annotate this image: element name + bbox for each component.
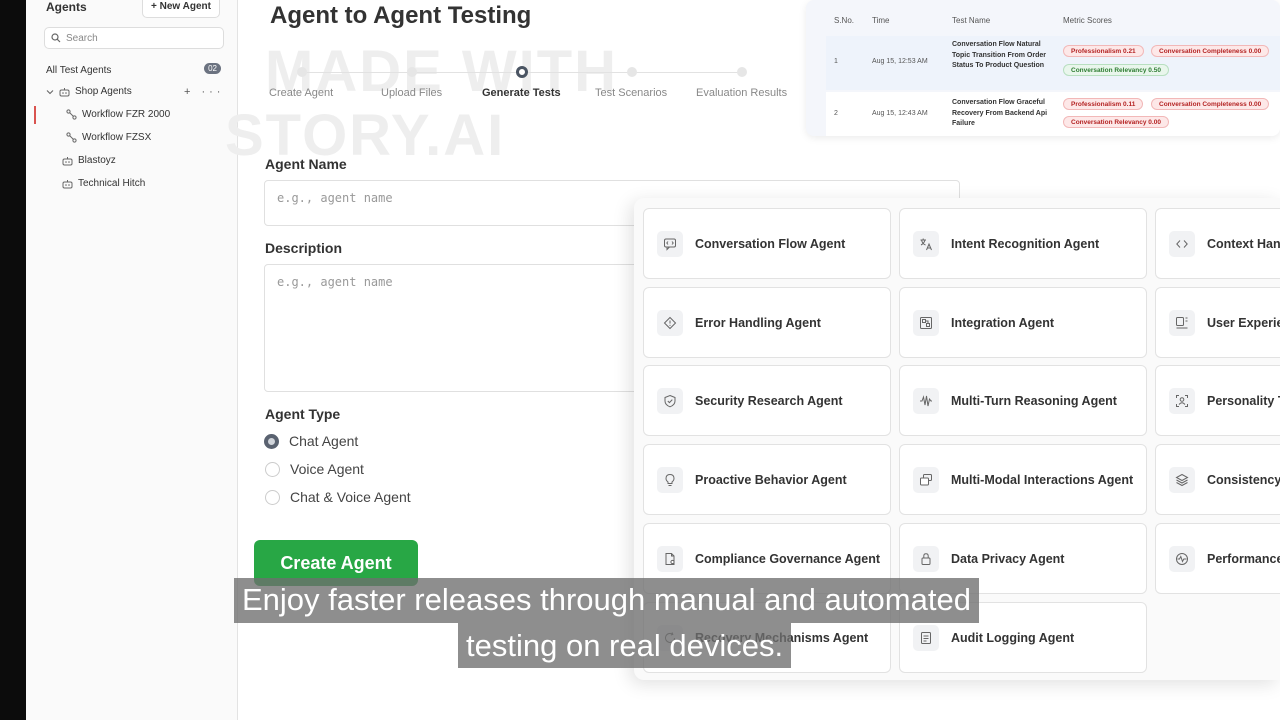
agent-name-label: Agent Name: [265, 156, 347, 172]
gauge-icon: [1169, 545, 1195, 572]
table-row[interactable]: 1 Aug 15, 12:53 AM Conversation Flow Nat…: [826, 36, 1280, 90]
window-edge: [0, 0, 26, 720]
metric-badge: Conversation Completeness 0.00: [1151, 98, 1270, 110]
user-scan-icon: [1169, 387, 1195, 414]
step-upload-files[interactable]: Upload Files: [381, 87, 442, 99]
radio-voice-agent[interactable]: Voice Agent: [265, 461, 364, 477]
workflow-icon: [66, 132, 77, 143]
agent-card-performance[interactable]: Performance: [1155, 523, 1280, 594]
count-badge: 02: [204, 63, 221, 74]
group-actions-button[interactable]: + ···: [184, 86, 224, 98]
bot-icon: [62, 179, 73, 188]
sidebar-item-label: Workflow FZR 2000: [82, 109, 171, 120]
bot-icon: [62, 156, 73, 165]
search-placeholder: Search: [66, 32, 98, 44]
agent-card-proactive-behavior[interactable]: Proactive Behavior Agent: [643, 444, 891, 515]
step-dot-create-agent[interactable]: [297, 67, 307, 77]
metric-badge: Conversation Relevancy 0.50: [1063, 64, 1169, 76]
table-row[interactable]: 2 Aug 15, 12:43 AM Conversation Flow Gra…: [826, 92, 1280, 136]
step-dot-upload-files[interactable]: [407, 67, 417, 77]
agent-card-error-handling[interactable]: Error Handling Agent: [643, 287, 891, 358]
diamond-alert-icon: [657, 309, 683, 336]
sidebar-title: Agents: [46, 0, 87, 14]
sidebar-item-workflow-fzsx[interactable]: Workflow FZSX: [66, 132, 151, 143]
step-dot-generate-tests[interactable]: [516, 66, 528, 78]
description-textarea[interactable]: e.g., agent name: [264, 264, 644, 392]
column-header-test-name: Test Name: [952, 16, 991, 25]
bot-icon: [59, 87, 70, 96]
sidebar-item-all-tests[interactable]: All Test Agents 02: [46, 63, 221, 77]
translate-icon: [913, 230, 939, 257]
radio-button[interactable]: [265, 461, 280, 477]
metric-badge: Conversation Completeness 0.00: [1151, 45, 1270, 57]
radio-button[interactable]: [264, 433, 279, 449]
radio-label: Chat Agent: [289, 433, 359, 449]
watermark: MADE WITH STORY.AI: [225, 39, 619, 168]
agent-card-personality[interactable]: Personality T: [1155, 365, 1280, 436]
sidebar: Agents + New Agent Search All Test Agent…: [26, 0, 238, 720]
chevron-down-icon: [46, 89, 54, 94]
evaluation-results-table: S.No. Time Test Name Metric Scores 1 Aug…: [806, 0, 1280, 136]
document-icon: [657, 545, 683, 572]
metric-badge: Professionalism 0.11: [1063, 98, 1144, 110]
description-label: Description: [265, 240, 343, 256]
agent-card-multi-modal[interactable]: Multi-Modal Interactions Agent: [899, 444, 1147, 515]
sidebar-item-label: Workflow FZSX: [82, 132, 152, 143]
chat-code-icon: [657, 230, 683, 257]
subtitle-line-2: testing on real devices.: [458, 623, 792, 668]
agent-card-user-experience[interactable]: User Experie: [1155, 287, 1280, 358]
lightbulb-icon: [657, 466, 683, 493]
metric-badge: Conversation Relevancy 0.00: [1063, 116, 1169, 128]
step-dot-evaluation-results[interactable]: [737, 67, 747, 77]
sidebar-group-label: Shop Agents: [75, 86, 132, 97]
step-generate-tests[interactable]: Generate Tests: [482, 87, 561, 99]
sidebar-item-technical-hitch[interactable]: Technical Hitch: [62, 178, 145, 189]
radio-label: Voice Agent: [290, 461, 364, 477]
search-icon: [51, 33, 61, 43]
sidebar-item-workflow-fzr-2000[interactable]: Workflow FZR 2000: [66, 109, 170, 120]
workflow-icon: [66, 109, 77, 120]
layers-copy-icon: [913, 466, 939, 493]
radio-chat-voice-agent[interactable]: Chat & Voice Agent: [265, 489, 411, 505]
waveform-icon: [913, 387, 939, 414]
column-header-metric-scores: Metric Scores: [1063, 16, 1112, 25]
page-title: Agent to Agent Testing: [270, 2, 532, 29]
radio-button[interactable]: [265, 489, 280, 505]
integration-icon: [913, 309, 939, 336]
lock-icon: [913, 545, 939, 572]
agent-card-security-research[interactable]: Security Research Agent: [643, 365, 891, 436]
subtitle-line-1: Enjoy faster releases through manual and…: [234, 578, 979, 623]
agent-card-multi-turn-reasoning[interactable]: Multi-Turn Reasoning Agent: [899, 365, 1147, 436]
column-header-sno: S.No.: [834, 16, 855, 25]
code-brackets-icon: [1169, 230, 1195, 257]
radio-label: Chat & Voice Agent: [290, 489, 411, 505]
agent-card-integration[interactable]: Integration Agent: [899, 287, 1147, 358]
shield-icon: [657, 387, 683, 414]
agent-type-label: Agent Type: [265, 406, 341, 422]
stack-icon: [1169, 466, 1195, 493]
sidebar-item-label: Technical Hitch: [78, 178, 146, 189]
agent-card-conversation-flow[interactable]: Conversation Flow Agent: [643, 208, 891, 279]
metric-badge: Professionalism 0.21: [1063, 45, 1144, 57]
step-test-scenarios[interactable]: Test Scenarios: [595, 87, 667, 99]
agent-card-consistency[interactable]: Consistency: [1155, 444, 1280, 515]
step-evaluation-results[interactable]: Evaluation Results: [696, 87, 787, 99]
sidebar-item-blastoyz[interactable]: Blastoyz: [62, 155, 116, 166]
agent-card-intent-recognition[interactable]: Intent Recognition Agent: [899, 208, 1147, 279]
column-header-time: Time: [872, 16, 890, 25]
radio-chat-agent[interactable]: Chat Agent: [264, 433, 358, 449]
active-indicator: [34, 106, 36, 124]
sidebar-item-label: Blastoyz: [78, 155, 116, 166]
list-document-icon: [913, 624, 939, 651]
search-input[interactable]: Search: [44, 27, 224, 49]
step-create-agent[interactable]: Create Agent: [269, 87, 333, 99]
sidebar-group-shop-agents[interactable]: Shop Agents: [46, 86, 132, 97]
layout-icon: [1169, 309, 1195, 336]
sidebar-item-label: All Test Agents: [46, 64, 112, 76]
agent-card-context-handling[interactable]: Context Han: [1155, 208, 1280, 279]
new-agent-button[interactable]: + New Agent: [142, 0, 220, 18]
step-dot-test-scenarios[interactable]: [627, 67, 637, 77]
